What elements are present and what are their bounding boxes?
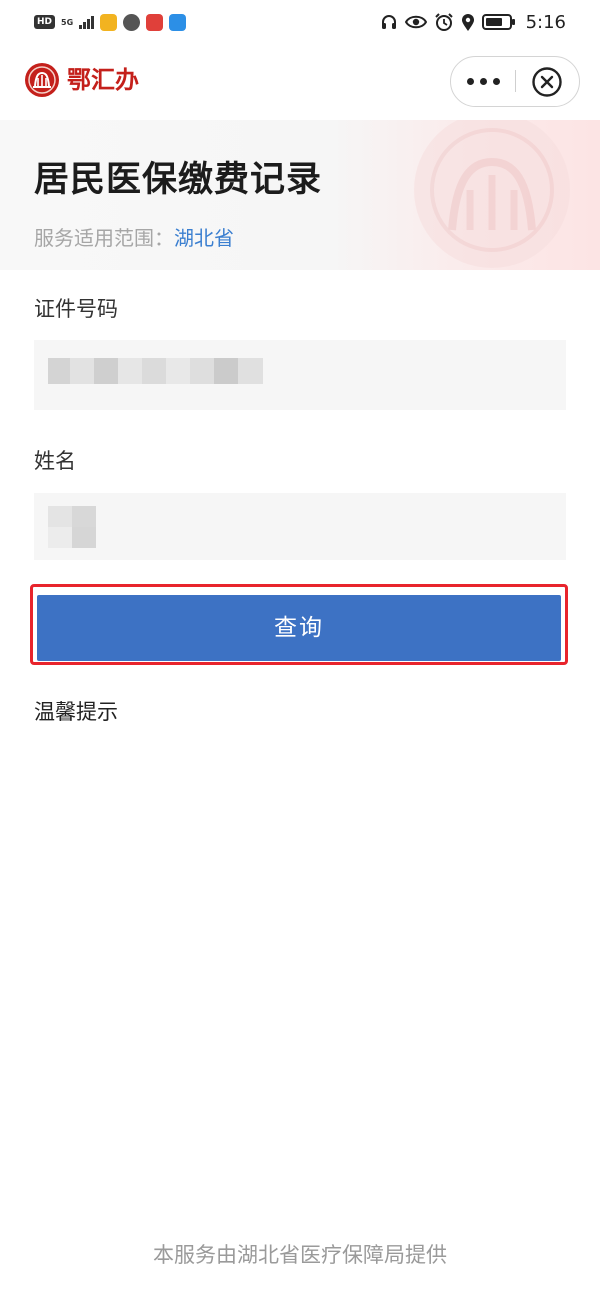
app-icon-red xyxy=(145,13,163,31)
headphones-icon xyxy=(381,15,396,29)
battery-icon xyxy=(481,14,515,30)
status-time: 5:16 xyxy=(525,11,566,33)
app-icon-globe xyxy=(122,13,140,31)
page-title: 居民医保缴费记录 xyxy=(34,160,323,200)
app-logo-icon xyxy=(25,63,59,97)
network-type: 5G xyxy=(61,17,74,27)
id-number-input[interactable] xyxy=(34,340,566,410)
status-bar: HD 5G 5:16 xyxy=(0,0,600,44)
app-icon-blue xyxy=(168,13,186,31)
hd-badge: HD xyxy=(34,15,56,29)
page: HD 5G 5:16 鄂汇办 居民医保缴费记录 服务适用范围：湖北省 证件号码 … xyxy=(0,0,600,1300)
status-right: 5:16 xyxy=(380,11,566,33)
more-dots-icon[interactable] xyxy=(451,57,515,105)
mini-program-capsule xyxy=(450,56,580,107)
title-bar: 鄂汇办 xyxy=(0,44,600,120)
redacted-name-value xyxy=(48,506,96,548)
name-label: 姓名 xyxy=(34,449,76,473)
tips-title: 温馨提示 xyxy=(34,700,118,724)
capsule-divider xyxy=(515,70,516,92)
eye-icon xyxy=(404,15,427,29)
close-circle-icon[interactable] xyxy=(531,66,563,98)
emblem-watermark xyxy=(414,120,570,268)
scope-label: 服务适用范围： xyxy=(34,226,174,250)
location-icon xyxy=(461,13,474,31)
app-name: 鄂汇办 xyxy=(67,65,139,94)
app-icon-yellow xyxy=(99,13,117,31)
signal-icon xyxy=(79,15,94,29)
name-input[interactable] xyxy=(34,493,566,560)
status-left: HD 5G xyxy=(34,13,186,31)
id-number-label: 证件号码 xyxy=(34,297,118,321)
redacted-id-value xyxy=(48,358,263,384)
alarm-icon xyxy=(434,13,453,31)
service-scope: 服务适用范围：湖北省 xyxy=(34,224,234,252)
query-button[interactable]: 查询 xyxy=(37,595,561,661)
scope-value: 湖北省 xyxy=(174,226,234,250)
footer-note: 本服务由湖北省医疗保障局提供 xyxy=(153,1243,447,1267)
page-header: 居民医保缴费记录 服务适用范围：湖北省 xyxy=(0,120,600,270)
